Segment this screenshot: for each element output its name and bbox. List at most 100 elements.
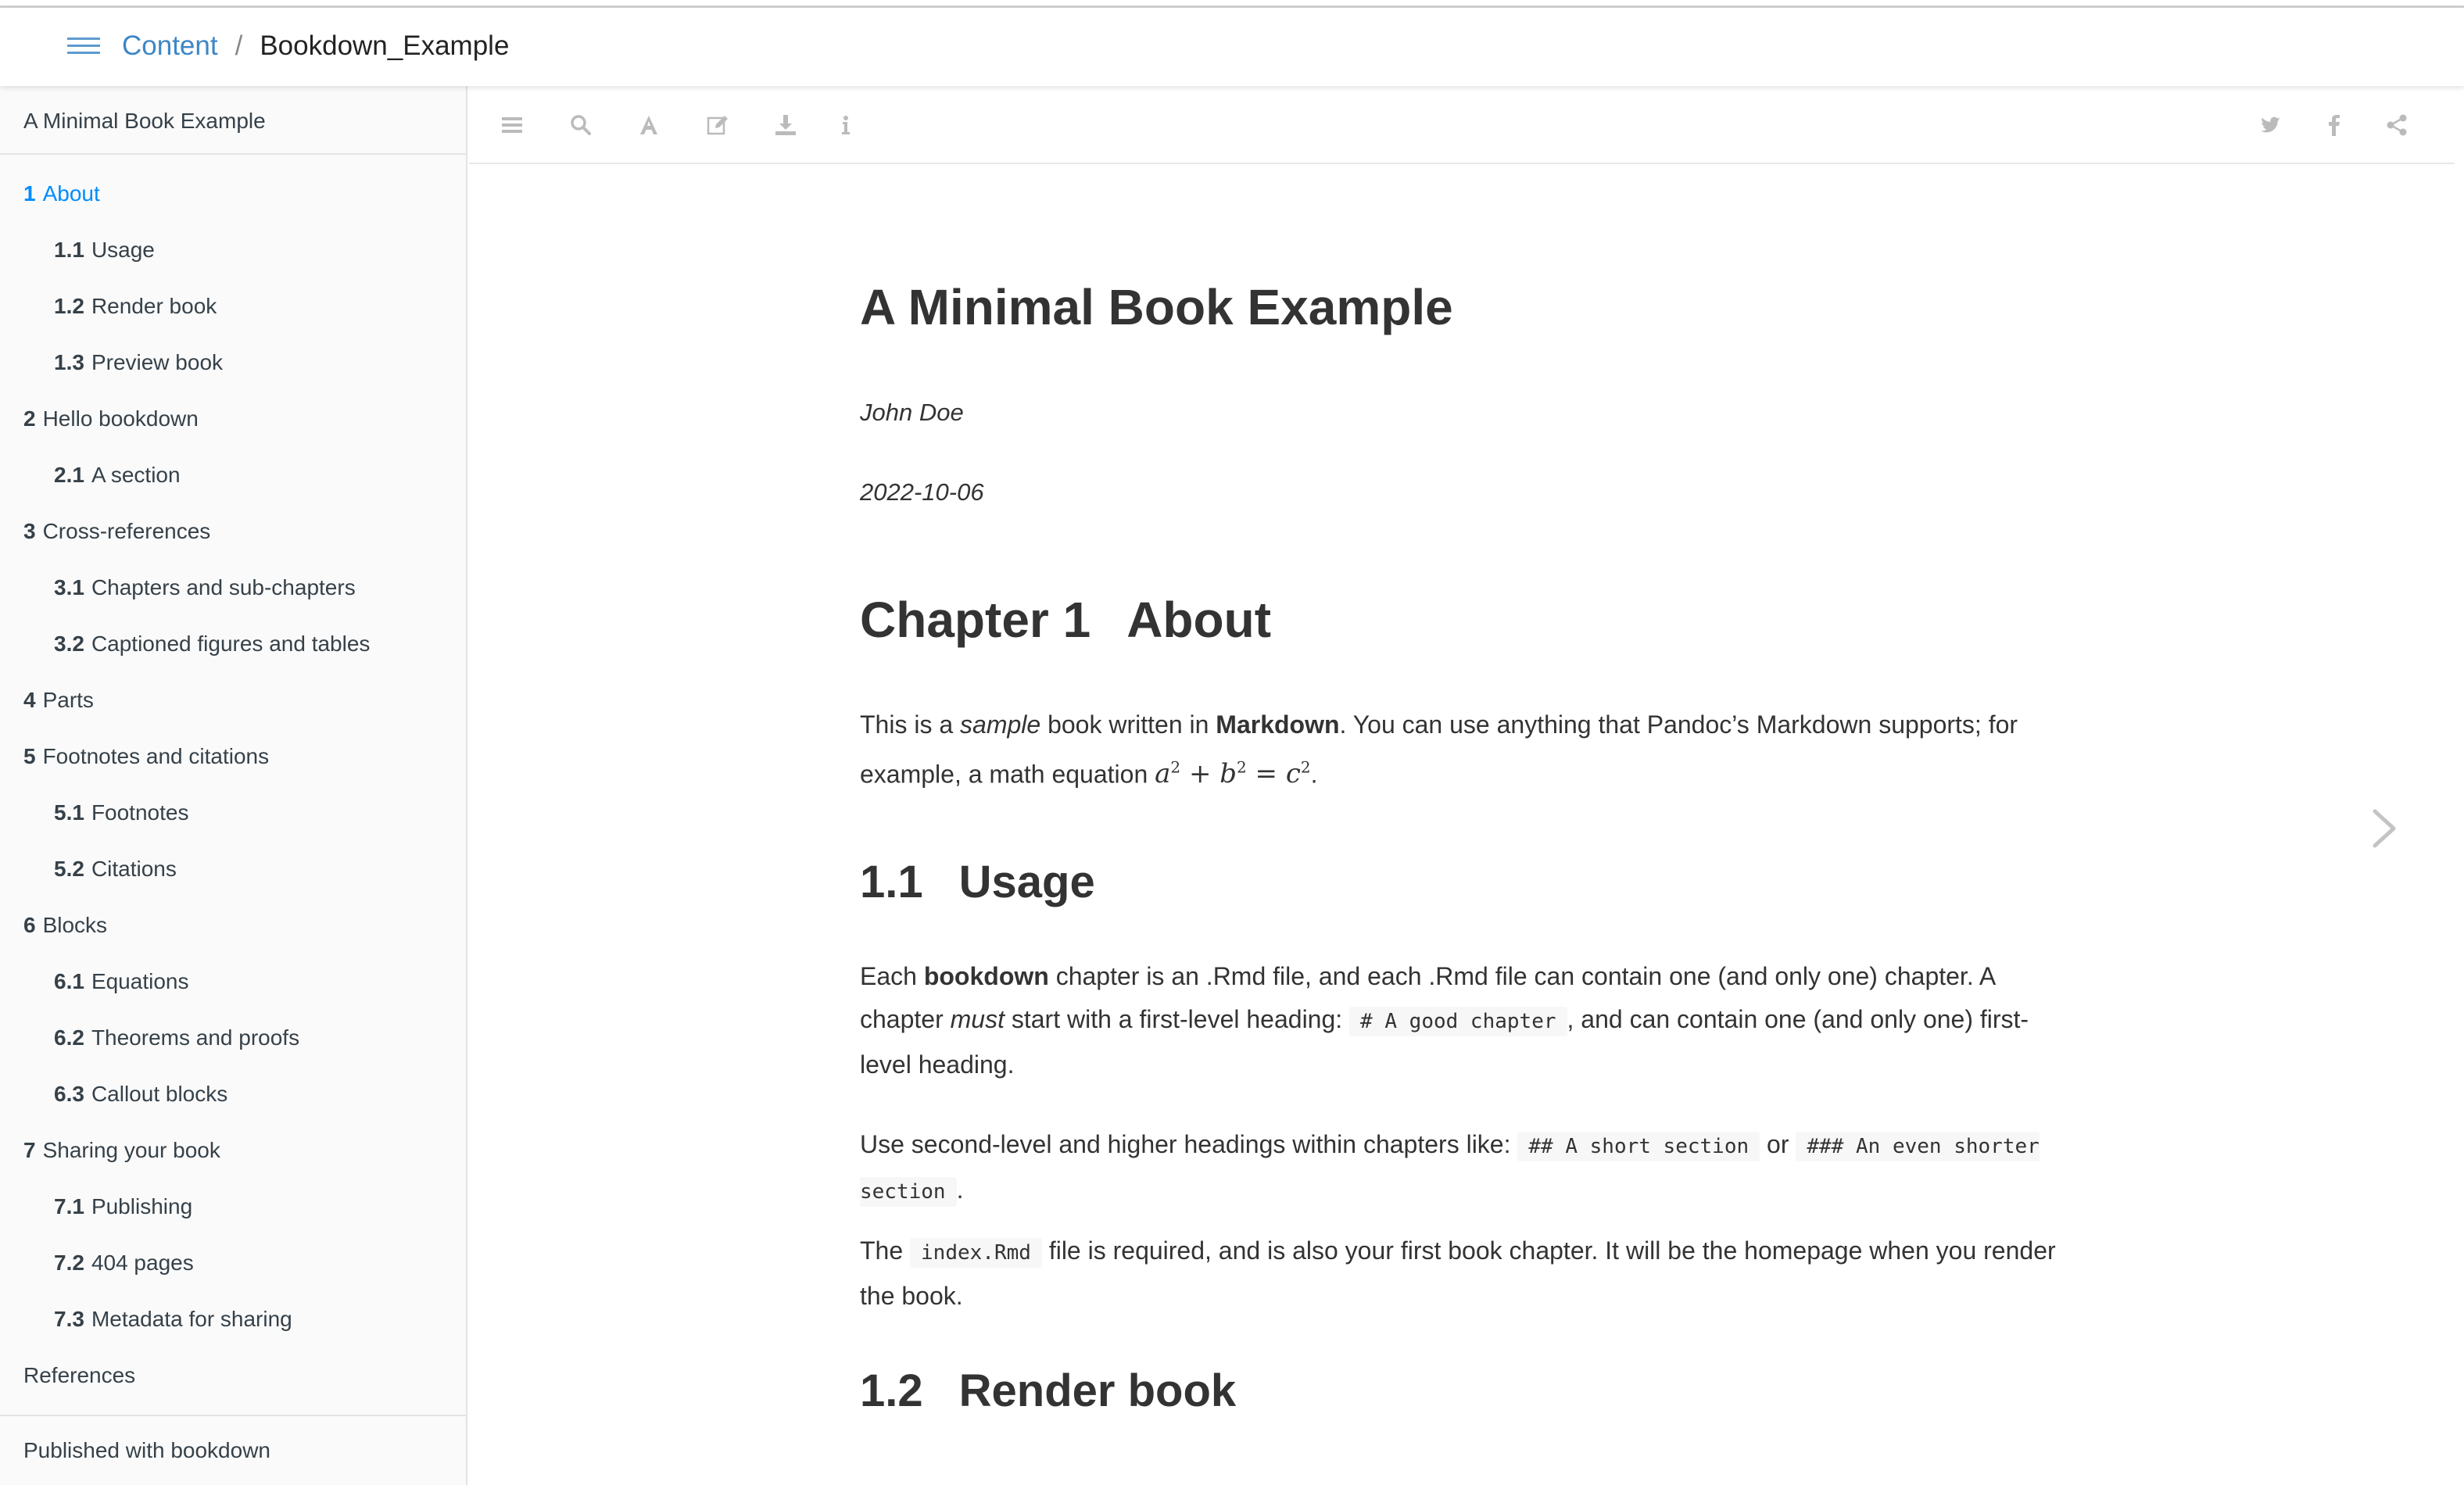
sidebar-item-number: 7.1 (54, 1194, 84, 1218)
share-icon[interactable] (2381, 109, 2412, 141)
sidebar-item-number: 7 (23, 1138, 36, 1162)
usage-paragraph-2: Use second-level and higher headings wit… (860, 1123, 2056, 1214)
sidebar-item-number: 6.2 (54, 1025, 84, 1050)
sidebar-item-404-pages[interactable]: 7.2 404 pages (0, 1235, 466, 1291)
about-strong: Markdown (1216, 710, 1340, 739)
search-icon[interactable] (565, 109, 596, 141)
sidebar-item-label: Sharing your book (42, 1138, 220, 1162)
sidebar-divider (0, 153, 466, 155)
sidebar-item-number: 6.3 (54, 1082, 84, 1106)
about-paragraph: This is a sample book written in Markdow… (860, 703, 2056, 796)
sidebar-item-number: 3.2 (54, 632, 84, 656)
sidebar-item-render-book[interactable]: 1.2 Render book (0, 278, 466, 335)
sidebar-item-metadata-for-sharing[interactable]: 7.3 Metadata for sharing (0, 1291, 466, 1347)
sidebar-item-hello-bookdown[interactable]: 2 Hello bookdown (0, 391, 466, 447)
sidebar-item-label: Citations (91, 857, 177, 881)
sidebar-item-label: Footnotes (91, 800, 189, 825)
font-settings-icon[interactable] (633, 109, 664, 141)
sidebar-item-references[interactable]: References (0, 1347, 466, 1404)
sidebar-item-number: 1.2 (54, 294, 84, 318)
sidebar-item-label: Captioned figures and tables (91, 632, 371, 656)
edit-icon[interactable] (702, 109, 733, 141)
sidebar-item-number: 7.3 (54, 1307, 84, 1331)
sidebar-item-sharing-your-book[interactable]: 7 Sharing your book (0, 1122, 466, 1179)
sidebar-item-label: Render book (91, 294, 217, 318)
usage-text: Use second-level and higher headings wit… (860, 1130, 1518, 1158)
chapter-number: Chapter 1 (860, 592, 1091, 648)
book-author: John Doe (860, 399, 964, 426)
book-date: 2022-10-06 (860, 478, 984, 506)
sidebar-item-captioned-figures-and-tables[interactable]: 3.2 Captioned figures and tables (0, 616, 466, 672)
sidebar-item-number: 6 (23, 913, 36, 937)
usage-text: Each (860, 962, 924, 990)
math-var: c (1285, 758, 1301, 790)
section-number: 1.1 (860, 857, 923, 907)
inline-code: # A good chapter (1349, 1007, 1567, 1036)
menu-icon[interactable] (67, 34, 100, 58)
sidebar-item-footnotes-and-citations[interactable]: 5 Footnotes and citations (0, 728, 466, 785)
sidebar-item-label: Callout blocks (91, 1082, 228, 1106)
sidebar-item-number: 1.3 (54, 350, 84, 374)
usage-strong: bookdown (923, 962, 1049, 990)
table-of-contents: 1 About 1.1 Usage 1.2 Render book 1.3 Preview b… (0, 166, 466, 1404)
section-title: Render book (958, 1365, 1237, 1416)
facebook-icon[interactable] (2319, 109, 2350, 141)
math-equation: a2 + b2 = c2 (1155, 758, 1311, 790)
sidebar-item-parts[interactable]: 4 Parts (0, 672, 466, 728)
twitter-icon[interactable] (2255, 109, 2287, 141)
published-with-bookdown-link[interactable]: Published with bookdown (23, 1427, 270, 1474)
sidebar-book-title[interactable]: A Minimal Book Example (23, 98, 266, 145)
sidebar-item-label: Usage (91, 238, 155, 262)
sidebar-item-label: Publishing (91, 1194, 193, 1218)
sidebar-item-label: Chapters and sub-chapters (91, 575, 356, 599)
book-toolbar (469, 86, 2455, 164)
section-heading-usage: 1.1 Usage (860, 856, 1095, 908)
breadcrumb: Content / Bookdown_Example (122, 27, 509, 66)
usage-paragraph-1: Each bookdown chapter is an .Rmd file, a… (860, 955, 2056, 1086)
sidebar-item-label: Theorems and proofs (91, 1025, 300, 1050)
section-number: 1.2 (860, 1365, 923, 1416)
toc-toggle-icon[interactable] (496, 109, 528, 141)
sidebar-item-number: 5.1 (54, 800, 84, 825)
sidebar-item-chapters-and-sub-chapters[interactable]: 3.1 Chapters and sub-chapters (0, 560, 466, 616)
sidebar-item-theorems-and-proofs[interactable]: 6.2 Theorems and proofs (0, 1010, 466, 1066)
sidebar-item-blocks[interactable]: 6 Blocks (0, 897, 466, 954)
sidebar-item-publishing[interactable]: 7.1 Publishing (0, 1179, 466, 1235)
sidebar-item-equations[interactable]: 6.1 Equations (0, 954, 466, 1010)
math-exponent: 2 (1170, 758, 1181, 777)
sidebar-item-number: 2.1 (54, 463, 84, 487)
sidebar-item-number: 7.2 (54, 1251, 84, 1275)
sidebar-item-a-section[interactable]: 2.1 A section (0, 447, 466, 503)
about-emphasis: sample (960, 710, 1041, 739)
sidebar-item-usage[interactable]: 1.1 Usage (0, 222, 466, 278)
math-exponent: 2 (1300, 758, 1311, 777)
sidebar-item-footnotes[interactable]: 5.1 Footnotes (0, 785, 466, 841)
sidebar-item-preview-book[interactable]: 1.3 Preview book (0, 335, 466, 391)
info-icon[interactable] (830, 109, 861, 141)
sidebar-item-number: 2 (23, 406, 36, 431)
sidebar-item-number: 1.1 (54, 238, 84, 262)
sidebar-item-callout-blocks[interactable]: 6.3 Callout blocks (0, 1066, 466, 1122)
app-header: Content / Bookdown_Example (0, 8, 2464, 86)
sidebar-item-cross-references[interactable]: 3 Cross-references (0, 503, 466, 560)
sidebar-item-about[interactable]: 1 About (0, 166, 466, 222)
about-text: book written in (1040, 710, 1216, 739)
math-var: a (1155, 758, 1171, 790)
sidebar-item-label: About (42, 181, 100, 206)
download-icon[interactable] (770, 109, 801, 141)
sidebar-item-label: Preview book (91, 350, 224, 374)
sidebar-item-number: 5 (23, 744, 36, 768)
inline-code: index.Rmd (910, 1238, 1042, 1268)
window-top-edge (0, 0, 2464, 8)
book-sidebar: A Minimal Book Example 1 About 1.1 Usage 1.2… (0, 86, 467, 1485)
inline-code: ## A short section (1517, 1132, 1760, 1161)
sidebar-item-number: 3 (23, 519, 36, 543)
breadcrumb-content-link[interactable]: Content (122, 27, 218, 66)
sidebar-item-number: 3.1 (54, 575, 84, 599)
usage-text: start with a first-level heading: (1004, 1005, 1350, 1033)
sidebar-divider (0, 1415, 466, 1416)
sidebar-item-label: Metadata for sharing (91, 1307, 292, 1331)
chapter-title: About (1126, 592, 1271, 648)
sidebar-item-citations[interactable]: 5.2 Citations (0, 841, 466, 897)
next-page-chevron-icon[interactable] (2364, 805, 2405, 852)
